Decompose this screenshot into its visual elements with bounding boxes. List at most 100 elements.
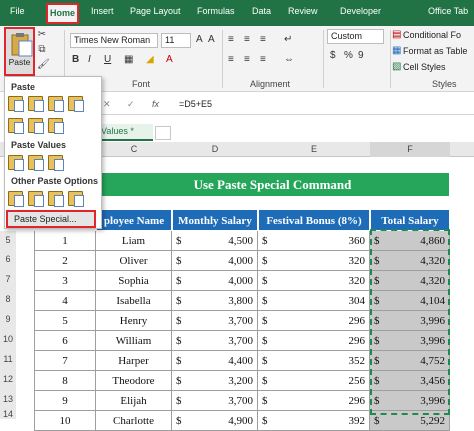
- fill-color-icon[interactable]: ◢: [146, 54, 154, 66]
- formula-input[interactable]: =D5+E5: [179, 99, 212, 109]
- cell-festival-bonus[interactable]: $320: [258, 251, 370, 271]
- borders-icon[interactable]: ▦: [124, 54, 133, 66]
- tab-values[interactable]: Values *: [95, 124, 153, 141]
- tab-file[interactable]: File: [10, 6, 25, 16]
- cell-monthly-salary[interactable]: $4,000: [172, 271, 258, 291]
- cell-serial[interactable]: 6: [34, 331, 96, 351]
- merge-center-icon[interactable]: ⇔: [284, 54, 294, 66]
- cell-serial[interactable]: 4: [34, 291, 96, 311]
- cell-employee-name[interactable]: Charlotte: [96, 411, 172, 431]
- tab-office-tab[interactable]: Office Tab: [428, 6, 468, 16]
- paste-values-source-formatting-icon[interactable]: [48, 155, 64, 171]
- row-header[interactable]: 8: [0, 289, 16, 309]
- cell-festival-bonus[interactable]: $352: [258, 351, 370, 371]
- percent-button[interactable]: %: [344, 50, 353, 62]
- paste-button[interactable]: [4, 27, 35, 76]
- cell-styles-button[interactable]: Cell Styles: [403, 62, 446, 72]
- cell-employee-name[interactable]: Isabella: [96, 291, 172, 311]
- paste-formulas-icon[interactable]: [28, 96, 44, 112]
- cell-monthly-salary[interactable]: $4,400: [172, 351, 258, 371]
- paste-picture-icon[interactable]: [48, 191, 64, 207]
- wrap-text-icon[interactable]: ↵: [284, 34, 292, 46]
- cell-festival-bonus[interactable]: $256: [258, 371, 370, 391]
- cell-monthly-salary[interactable]: $4,900: [172, 411, 258, 431]
- cell-serial[interactable]: 1: [34, 231, 96, 251]
- format-painter-icon[interactable]: 🖌: [37, 60, 50, 70]
- row-header[interactable]: 9: [0, 309, 16, 329]
- number-format-select[interactable]: Custom: [327, 29, 384, 44]
- paste-linked-picture-icon[interactable]: [68, 191, 84, 207]
- row-header[interactable]: 12: [0, 369, 16, 389]
- cell-serial[interactable]: 7: [34, 351, 96, 371]
- currency-button[interactable]: $: [330, 50, 336, 62]
- cell-employee-name[interactable]: Oliver: [96, 251, 172, 271]
- font-size-select[interactable]: 11: [161, 33, 191, 48]
- cell-festival-bonus[interactable]: $296: [258, 311, 370, 331]
- underline-button[interactable]: U: [104, 54, 111, 66]
- cell-festival-bonus[interactable]: $392: [258, 411, 370, 431]
- column-header-d[interactable]: D: [172, 142, 258, 157]
- column-header-c[interactable]: C: [96, 142, 172, 157]
- tab-developer[interactable]: Developer: [340, 6, 381, 16]
- tab-page-layout[interactable]: Page Layout: [130, 6, 181, 16]
- row-header[interactable]: 7: [0, 269, 16, 289]
- keep-source-column-widths-icon[interactable]: [28, 118, 44, 134]
- paste-formulas-number-formatting-icon[interactable]: [48, 96, 64, 112]
- cell-monthly-salary[interactable]: $4,000: [172, 251, 258, 271]
- align-bottom-icon[interactable]: ≡: [260, 34, 266, 46]
- tab-home[interactable]: Home: [46, 3, 79, 24]
- paste-icon[interactable]: [8, 96, 24, 112]
- cell-monthly-salary[interactable]: $4,500: [172, 231, 258, 251]
- shrink-font-icon[interactable]: A: [208, 34, 215, 46]
- align-middle-icon[interactable]: ≡: [244, 34, 250, 46]
- cell-serial[interactable]: 3: [34, 271, 96, 291]
- keep-source-formatting-icon[interactable]: [68, 96, 84, 112]
- paste-formatting-icon[interactable]: [8, 191, 24, 207]
- align-center-icon[interactable]: ≡: [244, 54, 250, 66]
- cell-employee-name[interactable]: Elijah: [96, 391, 172, 411]
- align-left-icon[interactable]: ≡: [228, 54, 234, 66]
- row-header[interactable]: 14: [0, 409, 16, 419]
- cell-employee-name[interactable]: Sophia: [96, 271, 172, 291]
- tab-review[interactable]: Review: [288, 6, 318, 16]
- row-header[interactable]: 13: [0, 389, 16, 409]
- paste-special-menu-item[interactable]: Paste Special...: [6, 210, 96, 228]
- cell-festival-bonus[interactable]: $320: [258, 271, 370, 291]
- cut-icon[interactable]: ✂: [37, 30, 47, 40]
- cell-serial[interactable]: 8: [34, 371, 96, 391]
- cell-employee-name[interactable]: Liam: [96, 231, 172, 251]
- insert-function-icon[interactable]: fx: [152, 99, 159, 109]
- row-header[interactable]: 10: [0, 329, 16, 349]
- align-right-icon[interactable]: ≡: [260, 54, 266, 66]
- cell-serial[interactable]: 5: [34, 311, 96, 331]
- cell-festival-bonus[interactable]: $304: [258, 291, 370, 311]
- cell-serial[interactable]: 10: [34, 411, 96, 431]
- italic-button[interactable]: I: [88, 54, 91, 66]
- cell-monthly-salary[interactable]: $3,800: [172, 291, 258, 311]
- conditional-formatting-button[interactable]: Conditional Fo: [403, 30, 461, 40]
- format-as-table-button[interactable]: Format as Table: [403, 46, 467, 56]
- cell-festival-bonus[interactable]: $296: [258, 391, 370, 411]
- no-borders-icon[interactable]: [8, 118, 24, 134]
- enter-icon[interactable]: ✓: [127, 99, 135, 110]
- cell-employee-name[interactable]: Harper: [96, 351, 172, 371]
- row-header[interactable]: 5: [0, 231, 16, 249]
- row-header[interactable]: 6: [0, 249, 16, 269]
- align-top-icon[interactable]: ≡: [228, 34, 234, 46]
- new-sheet-tab[interactable]: [155, 126, 171, 140]
- cell-festival-bonus[interactable]: $296: [258, 331, 370, 351]
- tab-formulas[interactable]: Formulas: [197, 6, 235, 16]
- cell-employee-name[interactable]: Theodore: [96, 371, 172, 391]
- cell-serial[interactable]: 9: [34, 391, 96, 411]
- grow-font-icon[interactable]: A: [196, 34, 203, 46]
- cell-monthly-salary[interactable]: $3,700: [172, 391, 258, 411]
- cell-monthly-salary[interactable]: $3,700: [172, 311, 258, 331]
- paste-link-icon[interactable]: [28, 191, 44, 207]
- tab-insert[interactable]: Insert: [91, 6, 114, 16]
- font-color-icon[interactable]: A: [166, 54, 173, 66]
- cancel-icon[interactable]: ✕: [103, 99, 111, 110]
- font-name-select[interactable]: Times New Roman: [70, 33, 158, 48]
- paste-values-icon[interactable]: [8, 155, 24, 171]
- transpose-icon[interactable]: [48, 118, 64, 134]
- paste-values-number-formatting-icon[interactable]: [28, 155, 44, 171]
